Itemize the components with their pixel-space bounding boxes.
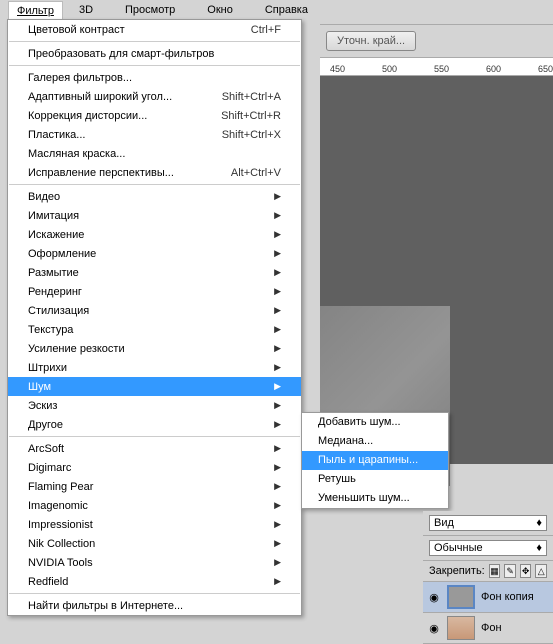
menu-oil[interactable]: Масляная краска... [8,144,301,163]
lock-row: Закрепить: ▦ ✎ ✥ △ [423,561,553,582]
lock-paint-icon[interactable]: ✎ [504,564,516,578]
sub-retouch[interactable]: Ретушь [302,470,448,489]
menu-artistic[interactable]: Имитация▶ [8,206,301,225]
menu-digimarc[interactable]: Digimarc▶ [8,458,301,477]
ruler: 450 500 550 600 650 [320,58,553,76]
menu-sketch[interactable]: Эскиз▶ [8,396,301,415]
menu-last-filter[interactable]: Цветовой контрастCtrl+F [8,20,301,39]
menu-render[interactable]: Рендеринг▶ [8,282,301,301]
menu-distort[interactable]: Искажение▶ [8,225,301,244]
menu-vanishing[interactable]: Исправление перспективы...Alt+Ctrl+V [8,163,301,182]
view-select-row: Вид♦ [423,511,553,536]
menu-window[interactable]: Окно [191,1,249,19]
sub-reduce-noise[interactable]: Уменьшить шум... [302,489,448,508]
blend-row: Обычные♦ [423,536,553,561]
menu-other[interactable]: Другое▶ [8,415,301,434]
menu-wide[interactable]: Адаптивный широкий угол...Shift+Ctrl+A [8,87,301,106]
sub-add-noise[interactable]: Добавить шум... [302,413,448,432]
menu-gallery[interactable]: Галерея фильтров... [8,68,301,87]
menu-texture[interactable]: Текстура▶ [8,320,301,339]
eye-icon[interactable]: ◉ [427,591,441,604]
layer-row[interactable]: ◉ Фон копия [423,582,553,613]
menubar: Фильтр 3D Просмотр Окно Справка [0,0,553,20]
filter-menu: Цветовой контрастCtrl+F Преобразовать дл… [7,19,302,616]
menu-browse[interactable]: Найти фильтры в Интернете... [8,596,301,615]
canvas[interactable] [320,76,553,464]
menu-smart[interactable]: Преобразовать для смарт-фильтров [8,44,301,63]
lock-all-icon[interactable]: △ [535,564,547,578]
noise-submenu: Добавить шум... Медиана... Пыль и царапи… [301,412,449,509]
menu-nik[interactable]: Nik Collection▶ [8,534,301,553]
menu-video[interactable]: Видео▶ [8,187,301,206]
lock-move-icon[interactable]: ✥ [520,564,532,578]
lock-label: Закрепить: [429,565,485,577]
menu-filter[interactable]: Фильтр [8,1,63,20]
layers-list: ◉ Фон копия ◉ Фон [423,582,553,644]
menu-flaming[interactable]: Flaming Pear▶ [8,477,301,496]
menu-impressionist[interactable]: Impressionist▶ [8,515,301,534]
menu-help[interactable]: Справка [249,1,324,19]
menu-blur[interactable]: Размытие▶ [8,263,301,282]
options-bar: Уточн. край... [320,24,553,58]
menu-3d[interactable]: 3D [63,1,109,19]
sub-median[interactable]: Медиана... [302,432,448,451]
menu-stylize[interactable]: Стилизация▶ [8,301,301,320]
layer-name: Фон [481,622,502,634]
menu-view[interactable]: Просмотр [109,1,191,19]
menu-liquify[interactable]: Пластика...Shift+Ctrl+X [8,125,301,144]
menu-pixelate[interactable]: Оформление▶ [8,244,301,263]
layer-row[interactable]: ◉ Фон [423,613,553,644]
menu-arcsoft[interactable]: ArcSoft▶ [8,439,301,458]
layer-thumb [447,616,475,640]
menu-redfield[interactable]: Redfield▶ [8,572,301,591]
lock-transparency-icon[interactable]: ▦ [489,564,501,578]
layers-panel: Вид♦ Обычные♦ Закрепить: ▦ ✎ ✥ △ ◉ Фон к… [423,511,553,644]
eye-icon[interactable]: ◉ [427,622,441,635]
layer-thumb [447,585,475,609]
layer-name: Фон копия [481,591,534,603]
menu-lens[interactable]: Коррекция дисторсии...Shift+Ctrl+R [8,106,301,125]
view-select[interactable]: Вид♦ [429,515,547,531]
blend-select[interactable]: Обычные♦ [429,540,547,556]
menu-noise[interactable]: Шум▶ [8,377,301,396]
menu-nvidia[interactable]: NVIDIA Tools▶ [8,553,301,572]
menu-sharpen[interactable]: Усиление резкости▶ [8,339,301,358]
sub-dust-scratches[interactable]: Пыль и царапины... [302,451,448,470]
refine-edge-button[interactable]: Уточн. край... [326,31,416,51]
menu-brush[interactable]: Штрихи▶ [8,358,301,377]
menu-imagenomic[interactable]: Imagenomic▶ [8,496,301,515]
